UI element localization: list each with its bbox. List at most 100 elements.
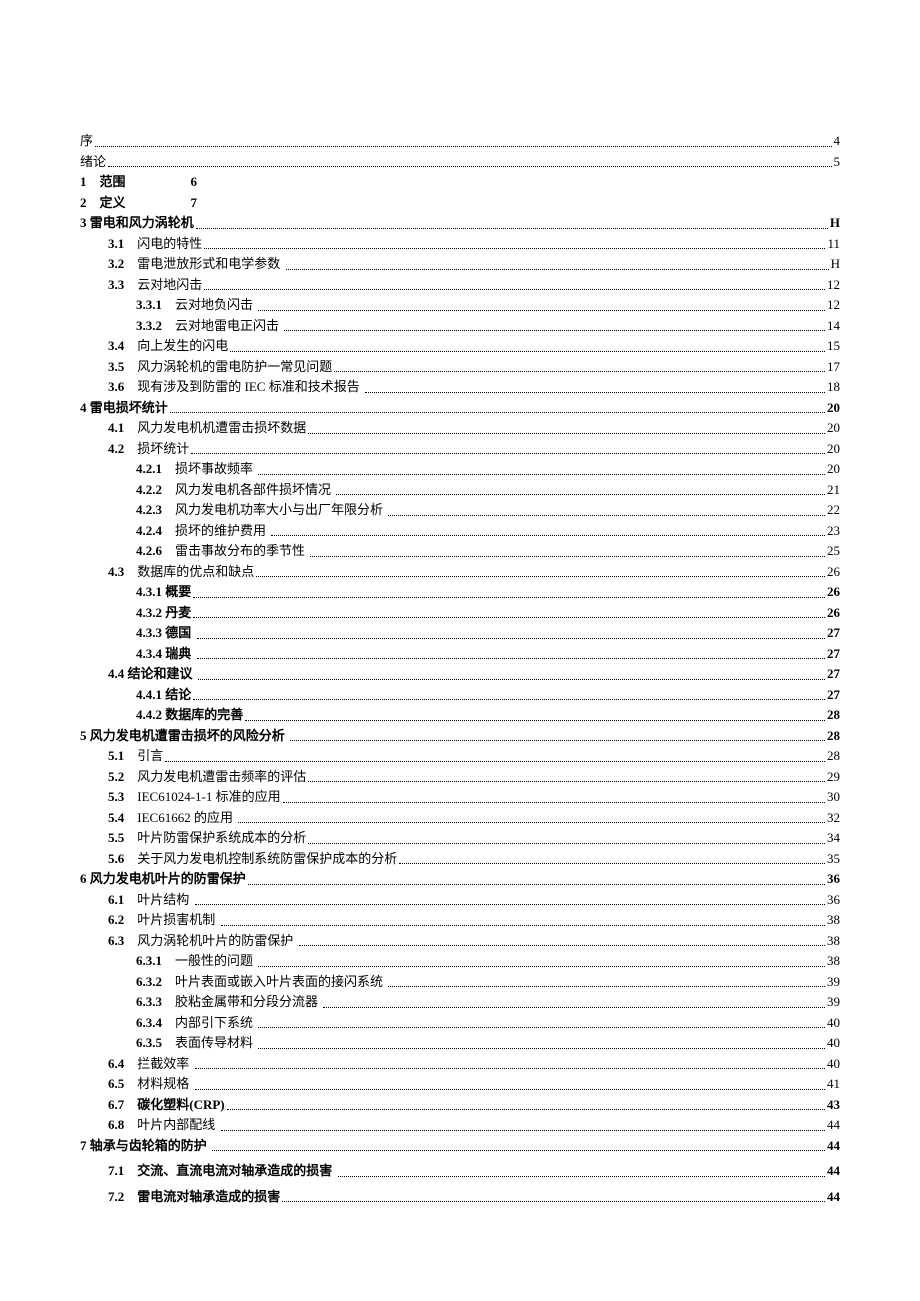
- toc-title: IEC61662 的应用: [124, 808, 236, 828]
- toc-entry: 6.4 拦截效率 40: [80, 1054, 840, 1074]
- toc-entry: 5 风力发电机遭雷击损坏的风险分析 28: [80, 726, 840, 746]
- toc-leader-dots: [290, 726, 825, 742]
- toc-leader-dots: [221, 910, 825, 926]
- toc-page-number: 29: [827, 767, 840, 787]
- toc-leader-dots: [334, 357, 825, 373]
- toc-page-number: 35: [827, 849, 840, 869]
- toc-page-number: 14: [827, 316, 840, 336]
- toc-entry: 6.3.1 一般性的问题 38: [80, 951, 840, 971]
- toc-leader-dots: [204, 275, 825, 291]
- toc-page-number: 44: [827, 1115, 840, 1135]
- toc-page-number: 44: [827, 1161, 840, 1181]
- toc-page-number: 15: [827, 336, 840, 356]
- toc-number: 4.2.2: [136, 480, 162, 500]
- toc-title: 绪论: [80, 152, 106, 172]
- toc-leader-dots: [238, 808, 825, 824]
- toc-number: 3.1: [108, 234, 124, 254]
- toc-title: 结论和建议: [124, 664, 196, 684]
- toc-leader-dots: [197, 623, 825, 639]
- toc-leader-dots: [388, 972, 825, 988]
- toc-entry: 4.3 数据库的优点和缺点26: [80, 562, 840, 582]
- toc-entry: 6.2 叶片损害机制 38: [80, 910, 840, 930]
- toc-page-number: 5: [834, 152, 841, 172]
- toc-page-number: 41: [827, 1074, 840, 1094]
- toc-title: 风力发电机遭雷击频率的评估: [124, 767, 306, 787]
- toc-leader-dots: [199, 172, 838, 188]
- toc-number: 4.4.1: [136, 685, 162, 705]
- toc-title: 拦截效率: [124, 1054, 192, 1074]
- toc-leader-dots: [193, 603, 825, 619]
- toc-page-number: 27: [827, 644, 840, 664]
- toc-page-number: 38: [827, 951, 840, 971]
- toc-page-number: 38: [827, 931, 840, 951]
- toc-title: 丹麦: [162, 603, 191, 623]
- toc-page-number: 40: [827, 1033, 840, 1053]
- toc-entry: 3.5 风力涡轮机的雷电防护一常见问题17: [80, 357, 840, 377]
- toc-title: 叶片表面或嵌入叶片表面的接闪系统: [162, 972, 386, 992]
- toc-leader-dots: [308, 828, 825, 844]
- toc-title: 损坏的维护费用: [162, 521, 269, 541]
- toc-entry: 6.3.2 叶片表面或嵌入叶片表面的接闪系统 39: [80, 972, 840, 992]
- toc-leader-dots: [195, 890, 825, 906]
- toc-entry: 3.1 闪电的特性11: [80, 234, 840, 254]
- toc-number: 4.3.2: [136, 603, 162, 623]
- toc-leader-dots: [193, 582, 825, 598]
- toc-page-number: 25: [827, 541, 840, 561]
- toc-title: 雷电损坏统计: [87, 398, 168, 418]
- toc-entry: 6.7 碳化塑料(CRP)43: [80, 1095, 840, 1115]
- toc-entry: 4.4 结论和建议 27: [80, 664, 840, 684]
- toc-leader-dots: [193, 685, 825, 701]
- toc-leader-dots: [245, 705, 825, 721]
- toc-page: 序4绪论51 范围 62 定义 73 雷电和风力涡轮机H3.1 闪电的特性113…: [0, 0, 920, 1267]
- toc-page-number: 11: [827, 234, 840, 254]
- toc-title: 叶片防雷保护系统成本的分析: [124, 828, 306, 848]
- toc-page-number: H: [831, 254, 840, 274]
- toc-page-number: 26: [827, 582, 840, 602]
- toc-entry: 7.1 交流、直流电流对轴承造成的损害 44: [80, 1161, 840, 1181]
- toc-page-number: 26: [827, 562, 840, 582]
- toc-entry: 4.3.4 瑞典 27: [80, 644, 840, 664]
- toc-title: 关于风力发电机控制系统防雷保护成本的分析: [124, 849, 397, 869]
- toc-leader-dots: [197, 644, 825, 660]
- toc-number: 3.3: [108, 275, 124, 295]
- toc-title: 云对地闪击: [124, 275, 202, 295]
- toc-title: 瑞典: [162, 644, 195, 664]
- toc-entry: 4.2.2 风力发电机各部件损坏情况 21: [80, 480, 840, 500]
- toc-page-number: 36: [827, 890, 840, 910]
- toc-leader-dots: [336, 480, 825, 496]
- toc-page-number: 26: [827, 603, 840, 623]
- toc-entry: 2 定义 7: [80, 193, 840, 213]
- toc-number: 6.7: [108, 1095, 124, 1115]
- toc-number: 7.1: [108, 1161, 124, 1181]
- toc-page-number: H: [830, 213, 840, 233]
- toc-leader-dots: [221, 1115, 825, 1131]
- toc-leader-dots: [258, 1033, 825, 1049]
- toc-number: 6.5: [108, 1074, 124, 1094]
- toc-page-number: 20: [827, 439, 840, 459]
- toc-number: 6.3.3: [136, 992, 162, 1012]
- toc-title: 风力发电机各部件损坏情况: [162, 480, 334, 500]
- toc-entry: 7 轴承与齿轮箱的防护 44: [80, 1136, 840, 1156]
- toc-title: IEC61024-1-1 标准的应用: [124, 787, 280, 807]
- toc-title: 碳化塑料(CRP): [124, 1095, 224, 1115]
- toc-title: 损坏事故频率: [162, 459, 256, 479]
- toc-number: 5.2: [108, 767, 124, 787]
- toc-page-number: 12: [827, 275, 840, 295]
- toc-entry: 5.6 关于风力发电机控制系统防雷保护成本的分析35: [80, 849, 840, 869]
- toc-number: 4.3: [108, 562, 124, 582]
- toc-entry: 4.2.3 风力发电机功率大小与出厂年限分析 22: [80, 500, 840, 520]
- toc-page-number: 21: [827, 480, 840, 500]
- toc-leader-dots: [196, 213, 828, 229]
- toc-leader-dots: [399, 849, 825, 865]
- toc-entry: 序4: [80, 131, 840, 151]
- toc-title: 德国: [162, 623, 195, 643]
- toc-title: 概要: [162, 582, 191, 602]
- toc-leader-dots: [258, 951, 825, 967]
- toc-number: 6.3.1: [136, 951, 162, 971]
- toc-leader-dots: [258, 295, 825, 311]
- toc-entry: 绪论 5: [80, 152, 840, 172]
- toc-page-number: 39: [827, 992, 840, 1012]
- toc-title: 风力发电机功率大小与出厂年限分析: [162, 500, 386, 520]
- toc-number: 5.5: [108, 828, 124, 848]
- toc-title: 叶片内部配线: [124, 1115, 218, 1135]
